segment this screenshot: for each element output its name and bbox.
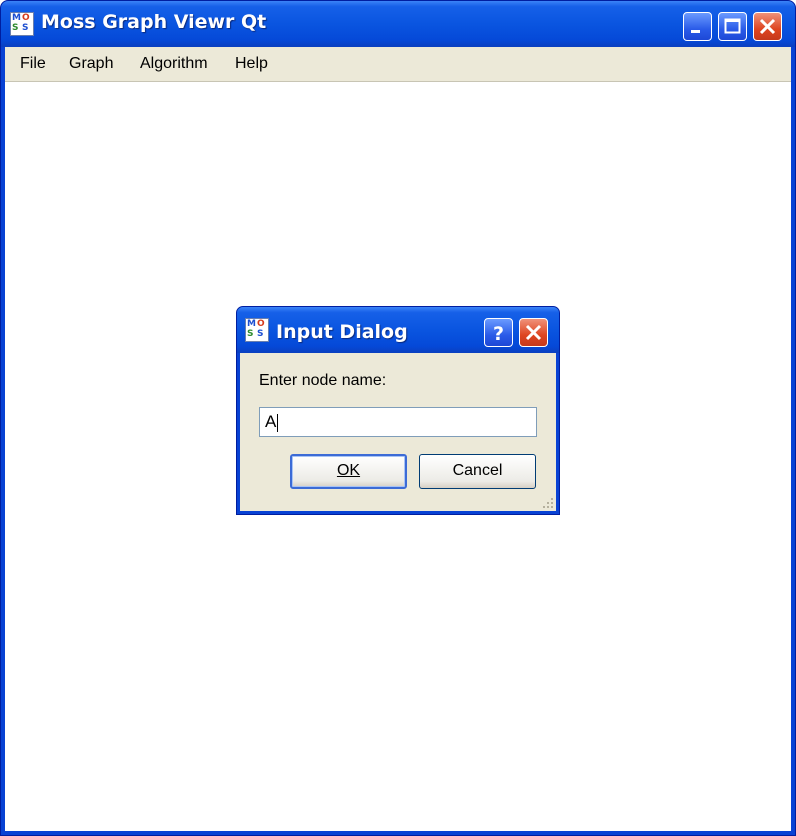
resize-grip-icon[interactable]	[542, 497, 554, 509]
app-icon-letter-s2: S	[22, 23, 29, 33]
node-name-input[interactable]	[259, 407, 537, 437]
close-icon	[525, 324, 542, 341]
maximize-button[interactable]	[718, 12, 747, 41]
menu-help[interactable]: Help	[235, 55, 268, 73]
dialog-title: Input Dialog	[276, 321, 408, 343]
menu-graph[interactable]: Graph	[69, 55, 113, 73]
ok-label: OK	[336, 462, 361, 479]
ok-button[interactable]: OK	[290, 454, 407, 489]
app-icon-letter-m: M	[12, 13, 21, 23]
dialog-icon-letter-m: M	[247, 319, 256, 329]
maximize-icon	[724, 18, 741, 34]
menu-algorithm[interactable]: Algorithm	[140, 55, 208, 73]
menu-bar: File Graph Algorithm Help	[5, 47, 791, 82]
help-icon: ?	[493, 323, 504, 345]
dialog-icon-letter-s1: S	[247, 329, 254, 339]
app-icon-letter-s1: S	[12, 23, 19, 33]
prompt-label: Enter node name:	[259, 372, 387, 389]
cancel-button[interactable]: Cancel	[419, 454, 536, 489]
minimize-icon	[691, 30, 700, 33]
dialog-body: Enter node name: OK Cancel	[240, 353, 556, 511]
dialog-close-button[interactable]	[519, 318, 548, 347]
dialog-icon-letter-o: O	[257, 319, 265, 329]
app-icon-letter-o: O	[22, 13, 30, 23]
help-button[interactable]: ?	[484, 318, 513, 347]
title-bar[interactable]: M O S S Moss Graph Viewr Qt	[1, 1, 795, 47]
dialog-title-bar[interactable]: M O S S Input Dialog ?	[237, 307, 559, 353]
dialog-moss-icon: M O S S	[245, 318, 269, 342]
text-caret	[277, 414, 278, 432]
menu-file[interactable]: File	[20, 55, 46, 73]
window-title: Moss Graph Viewr Qt	[41, 11, 267, 33]
close-button[interactable]	[753, 12, 782, 41]
close-icon	[759, 18, 776, 35]
svg-text:?: ?	[493, 323, 504, 345]
input-dialog: M O S S Input Dialog ? Enter node name: …	[236, 306, 560, 515]
dialog-icon-letter-s2: S	[257, 329, 264, 339]
moss-app-icon[interactable]: M O S S	[10, 12, 34, 36]
minimize-button[interactable]	[683, 12, 712, 41]
